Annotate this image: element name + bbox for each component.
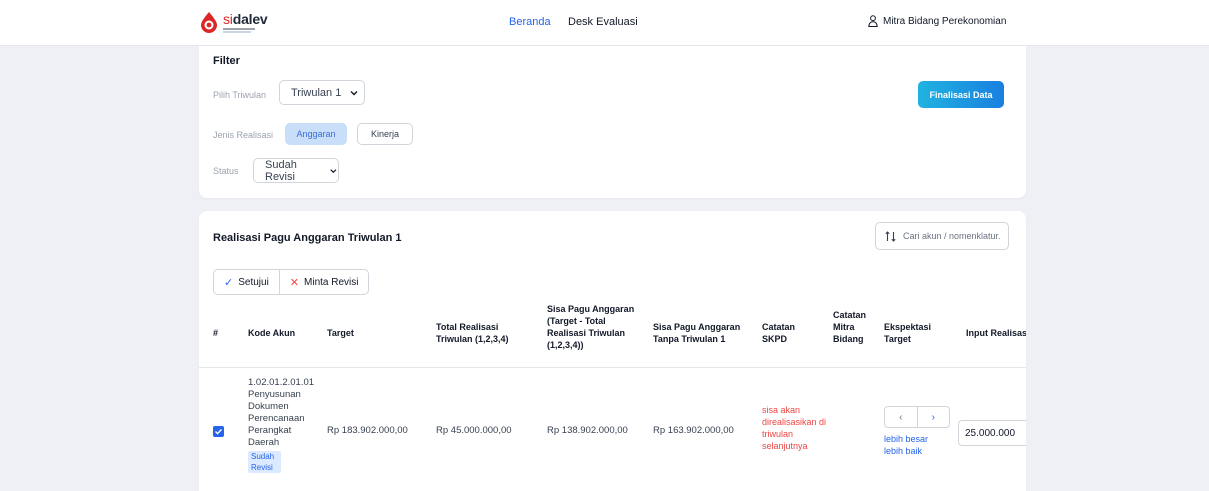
user-name: Mitra Bidang Perekonomian — [883, 15, 1007, 27]
cell-target: Rp 183.902.000,00 — [327, 425, 408, 436]
close-icon: ✕ — [289, 276, 300, 289]
bulk-actions: ✓ Setujui ✕ Minta Revisi — [213, 269, 370, 295]
th-ekspektasi: Ekspektasi Target — [884, 322, 932, 344]
ekspektasi-stepper[interactable]: ‹ › — [884, 406, 950, 428]
th-input-realisasi: Input Realisasi — [966, 328, 1026, 338]
top-navbar: sidalev Beranda Desk Evaluasi Mitra Bida… — [0, 0, 1209, 46]
triwulan-label: Pilih Triwulan — [213, 90, 267, 100]
brand-logo[interactable]: sidalev — [199, 11, 268, 33]
chevron-left-icon[interactable]: ‹ — [885, 407, 917, 427]
th-kode: Kode Akun — [248, 328, 296, 338]
th-catatan-mitra: Catatan Mitra Bidang — [833, 310, 867, 344]
jenis-kinerja-button[interactable]: Kinerja — [357, 123, 413, 145]
brand-name: sidalev — [223, 12, 268, 33]
logo-icon — [201, 12, 217, 33]
th-total-realisasi: Total Realisasi Triwulan (1,2,3,4) — [436, 322, 509, 344]
cell-total-realisasi: Rp 45.000.000,00 — [436, 425, 512, 436]
jenis-anggaran-button[interactable]: Anggaran — [285, 123, 347, 145]
kode-akun: 1.02.01.2.01.01 — [248, 377, 315, 388]
check-icon: ✓ — [224, 276, 234, 289]
cell-sisa-pagu: Rp 138.902.000,00 — [547, 425, 628, 436]
table-title: Realisasi Pagu Anggaran Triwulan 1 — [213, 232, 402, 244]
finalisasi-data-button[interactable]: Finalisasi Data — [918, 81, 1004, 108]
chevron-down-icon — [330, 168, 337, 173]
nav-beranda[interactable]: Beranda — [509, 16, 551, 28]
search-icon — [885, 230, 896, 242]
jenis-label: Jenis Realisasi — [213, 130, 274, 140]
nav-desk-evaluasi[interactable]: Desk Evaluasi — [568, 16, 638, 28]
th-sisa-pagu: Sisa Pagu Anggaran (Target - Total Reali… — [547, 304, 635, 350]
approve-label: Setujui — [238, 276, 269, 288]
triwulan-select[interactable]: Triwulan 1 — [279, 80, 365, 105]
approve-button[interactable]: ✓ Setujui — [214, 270, 279, 294]
chevron-right-icon[interactable]: › — [916, 407, 950, 427]
nama-akun: Penyusunan Dokumen Perencanaan Perangkat… — [248, 389, 305, 448]
table-header-divider — [199, 367, 1026, 368]
cell-catatan-skpd: sisa akan direalisasikan di triwulan sel… — [762, 405, 827, 451]
user-menu[interactable]: Mitra Bidang Perekonomian — [868, 15, 1006, 27]
revise-label: Minta Revisi — [304, 276, 359, 288]
status-value: Sudah Revisi — [265, 158, 297, 183]
realisasi-table-card: Realisasi Pagu Anggaran Triwulan 1 Cari … — [199, 211, 1026, 491]
th-sisa-tanpa: Sisa Pagu Anggaran Tanpa Triwulan 1 — [653, 322, 741, 344]
chevron-down-icon — [350, 90, 358, 95]
status-badge: Sudah Revisi — [248, 451, 281, 473]
cell-kode-akun: 1.02.01.2.01.01 Penyusunan Dokumen Peren… — [248, 377, 318, 474]
triwulan-value: Triwulan 1 — [291, 86, 342, 99]
filter-card: Filter Pilih Triwulan Triwulan 1 Jenis R… — [199, 46, 1026, 198]
search-input[interactable]: Cari akun / nomenklatur. — [875, 222, 1009, 250]
ekspektasi-value: lebih besar lebih baik — [884, 434, 929, 456]
row-checkbox[interactable] — [213, 426, 224, 437]
cell-sisa-tanpa: Rp 163.902.000,00 — [653, 425, 734, 436]
search-placeholder: Cari akun / nomenklatur. — [903, 231, 1001, 241]
request-revision-button[interactable]: ✕ Minta Revisi — [278, 270, 369, 294]
status-label: Status — [213, 166, 239, 176]
user-icon — [868, 15, 878, 27]
th-no: # — [213, 328, 219, 338]
status-select[interactable]: Sudah Revisi — [253, 158, 339, 183]
th-catatan-skpd: Catatan SKPD — [762, 322, 796, 344]
check-icon — [215, 428, 223, 435]
filter-title: Filter — [213, 55, 240, 67]
input-realisasi-field[interactable]: 25.000.000 — [958, 420, 1026, 446]
th-target: Target — [327, 328, 354, 338]
